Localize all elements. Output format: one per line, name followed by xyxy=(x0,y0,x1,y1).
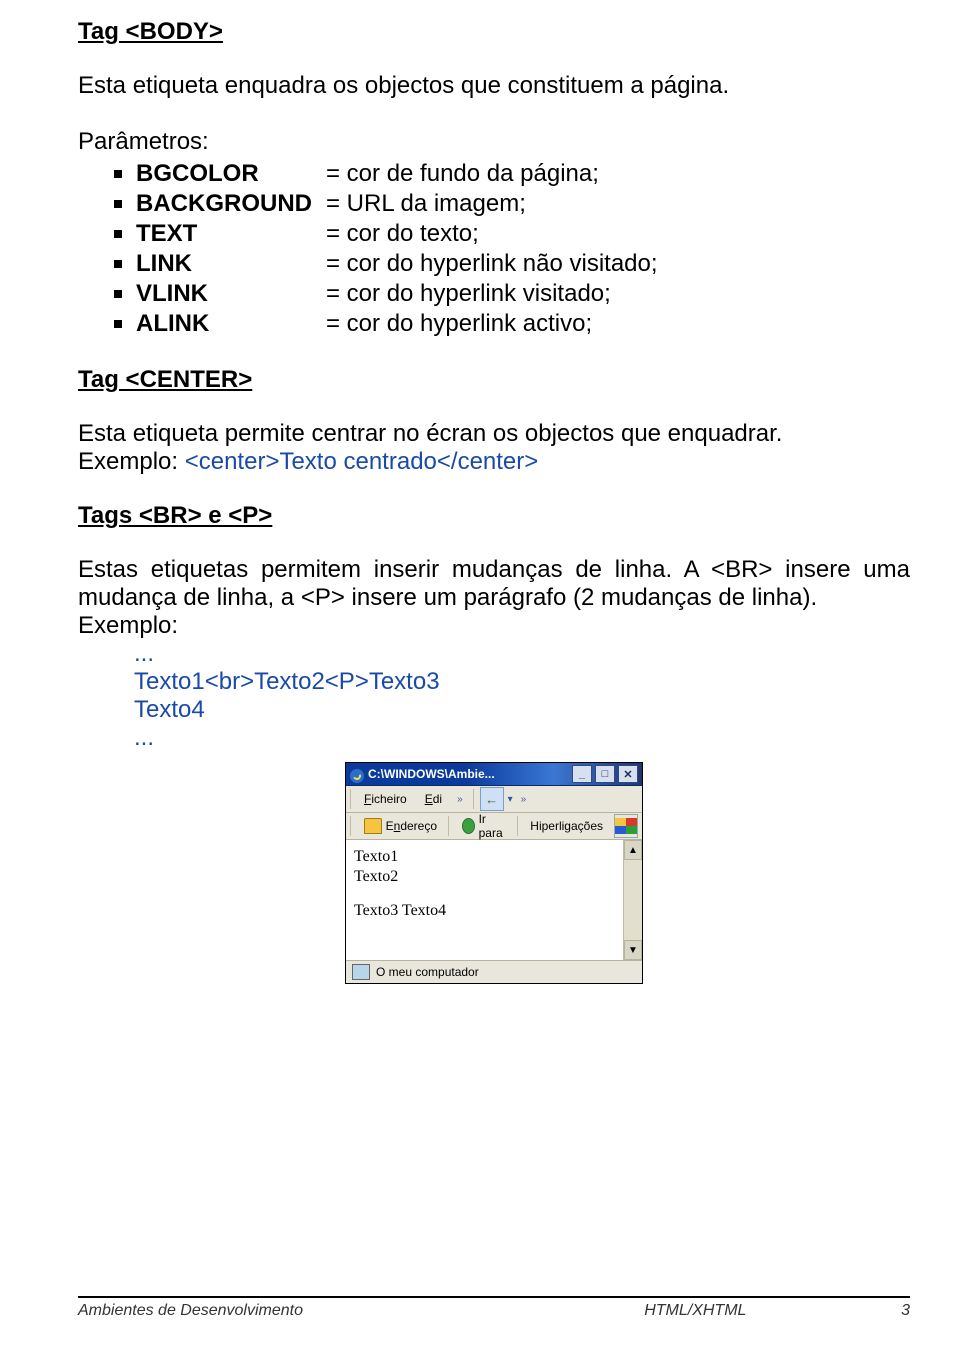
param-row: LINK = cor do hyperlink não visitado; xyxy=(114,250,910,278)
browser-window: C:\WINDOWS\Ambie... _ □ ✕ Ficheiro Edi »… xyxy=(345,762,643,984)
center-tag-description: Esta etiqueta permite centrar no écran o… xyxy=(78,420,910,448)
param-row: VLINK = cor do hyperlink visitado; xyxy=(114,280,910,308)
folder-icon xyxy=(364,818,382,834)
section-heading-br-p: Tags <BR> e <P> xyxy=(78,502,910,530)
footer-center: HTML/XHTML xyxy=(490,1302,902,1320)
section-heading-body: Tag <BODY> xyxy=(78,18,910,46)
browser-viewport: Texto1 Texto2 Texto3 Texto4 ▲ ▼ xyxy=(346,840,642,960)
vertical-scrollbar[interactable]: ▲ ▼ xyxy=(623,840,642,960)
param-value: = cor de fundo da página; xyxy=(326,160,599,188)
rendered-line: Texto3 Texto4 xyxy=(354,902,615,920)
menu-bar: Ficheiro Edi » ▾ » xyxy=(346,786,642,813)
example-label: Exemplo: xyxy=(78,448,185,475)
example-code: <center>Texto centrado</center> xyxy=(185,448,539,475)
separator-icon xyxy=(448,816,449,836)
separator-icon xyxy=(517,816,518,836)
address-bar: Endereço Ir para Hiperligações xyxy=(346,813,642,840)
param-key: BACKGROUND xyxy=(136,190,326,218)
rendered-line: Texto1 xyxy=(354,848,615,866)
param-row: BGCOLOR = cor de fundo da página; xyxy=(114,160,910,188)
rendered-line: Texto2 xyxy=(354,868,615,886)
param-value: = cor do texto; xyxy=(326,220,479,248)
separator-icon xyxy=(350,816,351,836)
page-footer: Ambientes de Desenvolvimento HTML/XHTML … xyxy=(0,1296,960,1320)
parameters-label: Parâmetros: xyxy=(78,128,910,156)
close-button[interactable]: ✕ xyxy=(618,765,638,783)
bullet-icon xyxy=(114,250,136,278)
window-title-text: C:\WINDOWS\Ambie... xyxy=(368,767,569,781)
menu-ficheiro[interactable]: Ficheiro xyxy=(357,787,414,811)
center-example: Exemplo: <center>Texto centrado</center> xyxy=(78,448,910,476)
nav-overflow-icon[interactable]: » xyxy=(517,794,527,805)
param-value: = cor do hyperlink activo; xyxy=(326,310,592,338)
scroll-up-button[interactable]: ▲ xyxy=(624,840,642,860)
footer-page-number: 3 xyxy=(901,1302,910,1320)
param-key: VLINK xyxy=(136,280,326,308)
page-content: Texto1 Texto2 Texto3 Texto4 xyxy=(346,840,623,960)
scroll-track[interactable] xyxy=(624,860,642,940)
separator-icon xyxy=(473,789,474,809)
code-line: Texto1<br>Texto2<P>Texto3 xyxy=(134,668,910,696)
bullet-icon xyxy=(114,160,136,188)
back-button[interactable] xyxy=(480,787,504,811)
param-key: BGCOLOR xyxy=(136,160,326,188)
param-value: = cor do hyperlink visitado; xyxy=(326,280,611,308)
param-row: BACKGROUND = URL da imagem; xyxy=(114,190,910,218)
ie-icon xyxy=(350,769,364,783)
go-icon xyxy=(462,818,475,834)
br-p-description: Estas etiquetas permitem inserir mudança… xyxy=(78,556,910,612)
bullet-icon xyxy=(114,220,136,248)
section-heading-center: Tag <CENTER> xyxy=(78,366,910,394)
param-value: = cor do hyperlink não visitado; xyxy=(326,250,658,278)
code-line: Texto4 xyxy=(134,696,910,724)
menu-edi[interactable]: Edi xyxy=(418,787,449,811)
param-row: ALINK = cor do hyperlink activo; xyxy=(114,310,910,338)
parameters-list: Parâmetros: BGCOLOR = cor de fundo da pá… xyxy=(78,128,910,338)
param-row: TEXT = cor do texto; xyxy=(114,220,910,248)
status-bar: O meu computador xyxy=(346,960,642,983)
bullet-icon xyxy=(114,280,136,308)
minimize-button[interactable]: _ xyxy=(572,765,592,783)
menu-overflow-icon[interactable]: » xyxy=(453,794,463,805)
browser-logo xyxy=(614,814,638,838)
body-tag-description: Esta etiqueta enquadra os objectos que c… xyxy=(78,72,910,100)
links-label[interactable]: Hiperligações xyxy=(523,814,610,838)
param-key: LINK xyxy=(136,250,326,278)
separator-icon xyxy=(350,789,351,809)
param-value: = URL da imagem; xyxy=(326,190,526,218)
ellipsis: ... xyxy=(134,640,910,668)
param-key: TEXT xyxy=(136,220,326,248)
footer-rule xyxy=(78,1296,910,1298)
address-label[interactable]: Endereço xyxy=(357,814,444,838)
example-label: Exemplo: xyxy=(78,612,910,640)
bullet-icon xyxy=(114,310,136,338)
scroll-down-button[interactable]: ▼ xyxy=(624,940,642,960)
footer-left: Ambientes de Desenvolvimento xyxy=(78,1302,490,1320)
ellipsis: ... xyxy=(134,724,910,752)
windows-flag-icon xyxy=(615,818,637,834)
window-titlebar[interactable]: C:\WINDOWS\Ambie... _ □ ✕ xyxy=(346,763,642,786)
go-button[interactable]: Ir para xyxy=(455,814,513,838)
bullet-icon xyxy=(114,190,136,218)
maximize-button[interactable]: □ xyxy=(595,765,615,783)
computer-icon xyxy=(352,964,370,980)
param-key: ALINK xyxy=(136,310,326,338)
status-text: O meu computador xyxy=(376,965,479,979)
